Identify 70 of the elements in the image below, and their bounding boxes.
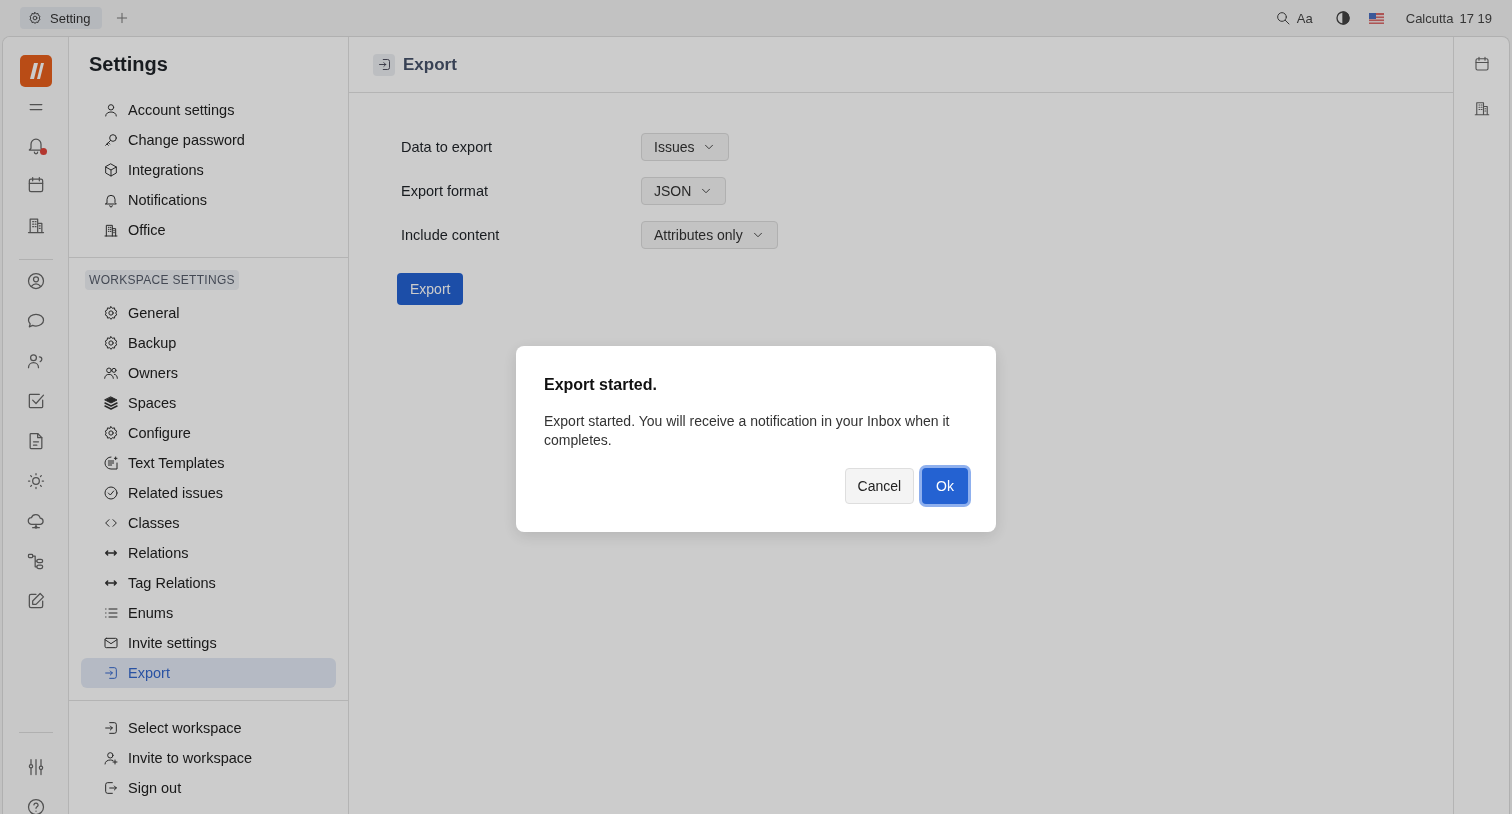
sign-out-icon	[103, 780, 119, 796]
flag-icon[interactable]	[1368, 12, 1384, 24]
sidebar-item[interactable]: Export	[81, 658, 336, 688]
sidebar-item[interactable]: Sign out	[81, 773, 336, 803]
dropdown[interactable]: JSON	[641, 177, 727, 205]
sidebar-item[interactable]: Text Templates	[81, 448, 336, 478]
cube-icon	[103, 162, 119, 178]
sidebar-item[interactable]: General	[81, 298, 336, 328]
section-heading: WORKSPACE SETTINGS	[85, 270, 239, 290]
building-icon[interactable]	[1472, 99, 1491, 117]
field-label: Data to export	[401, 139, 493, 155]
key-icon	[103, 132, 119, 148]
sidebar-item[interactable]: Backup	[81, 328, 336, 358]
user-circle-icon[interactable]	[25, 271, 46, 291]
sidebar-item[interactable]: Invite settings	[81, 628, 336, 658]
sidebar-item[interactable]: Change password	[81, 125, 336, 155]
sidebar-item[interactable]: Classes	[81, 508, 336, 538]
tab[interactable]: Setting	[20, 7, 103, 29]
cancel-button[interactable]: Cancel	[844, 468, 915, 504]
hierarchy-icon[interactable]	[25, 551, 46, 571]
field-label: Export format	[401, 183, 489, 199]
enter-icon	[103, 665, 119, 681]
sidebar-item[interactable]: Tag Relations	[81, 568, 336, 598]
settings-icon	[103, 305, 119, 321]
settings-icon	[103, 425, 119, 441]
ok-button[interactable]: Ok	[922, 468, 968, 504]
sidebar-item[interactable]: Configure	[81, 418, 336, 448]
page-title: Export	[403, 54, 457, 75]
settings-icon	[103, 335, 119, 351]
layers-icon	[103, 395, 119, 411]
export-button[interactable]: Export	[397, 273, 464, 305]
dropdown[interactable]: Attributes only	[641, 221, 778, 249]
clock-time: 17 19	[1459, 10, 1492, 26]
sidebar-item[interactable]: Relations	[81, 538, 336, 568]
sidebar-item[interactable]: Integrations	[81, 155, 336, 185]
font-size-button[interactable]: Aa	[1296, 10, 1313, 26]
sidebar-item[interactable]: Account settings	[81, 95, 336, 125]
cloud-icon[interactable]	[25, 511, 46, 531]
sidebar-item[interactable]: Select workspace	[81, 713, 336, 743]
sidebar-item[interactable]: Related issues	[81, 478, 336, 508]
dialog-title: Export started.	[544, 376, 658, 394]
sidebar-item[interactable]: Owners	[81, 358, 336, 388]
search-icon[interactable]	[1274, 10, 1291, 26]
list-icon	[103, 605, 119, 621]
sun-icon[interactable]	[25, 471, 46, 491]
bell-icon	[103, 192, 119, 208]
people-icon	[103, 365, 119, 381]
dialog-message: Export started. You will receive a notification in your Inbox when it completes.	[544, 412, 951, 450]
add-user-icon	[103, 750, 119, 766]
sidebar-item[interactable]: Invite to workspace	[81, 743, 336, 773]
enter-icon	[103, 720, 119, 736]
template-icon	[103, 455, 119, 471]
mail-icon	[103, 635, 119, 651]
calendar-icon[interactable]	[1472, 55, 1491, 73]
user-icon	[103, 102, 119, 118]
dropdown[interactable]: Issues	[641, 133, 730, 161]
field-label: Include content	[401, 227, 500, 243]
building-icon	[103, 222, 119, 238]
sidebar-item[interactable]: Notifications	[81, 185, 336, 215]
contrast-icon[interactable]	[1334, 10, 1351, 26]
location-label: Calcutta	[1405, 10, 1454, 26]
app-logo[interactable]	[19, 55, 52, 87]
check-circle-icon	[103, 485, 119, 501]
sidebar-title: Settings	[88, 52, 169, 77]
settings-icon	[28, 11, 42, 25]
enter-icon	[376, 57, 392, 72]
sidebar-item[interactable]: Office	[81, 215, 336, 245]
sidebar-item[interactable]: Enums	[81, 598, 336, 628]
help-icon[interactable]	[25, 797, 46, 814]
sidebar-item[interactable]: Spaces	[81, 388, 336, 418]
